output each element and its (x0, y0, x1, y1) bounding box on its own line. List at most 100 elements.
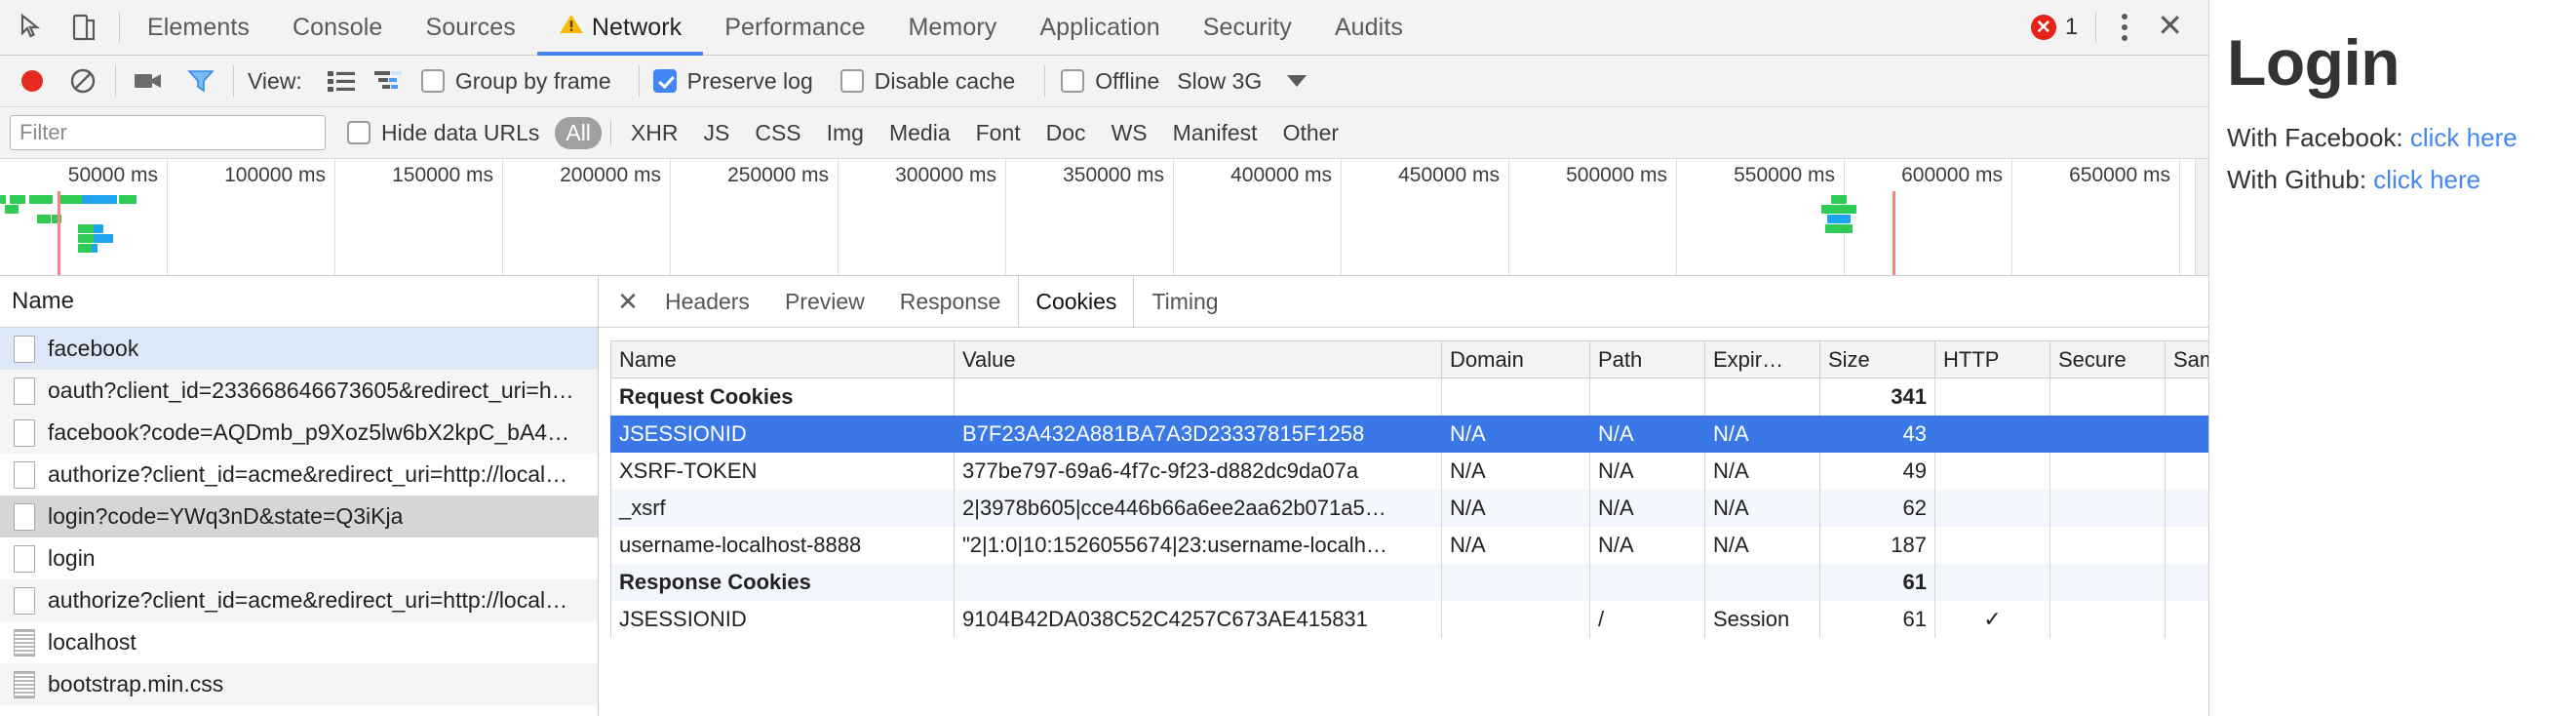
request-row-login-code[interactable]: login?code=YWq3nD&state=Q3iKja (0, 496, 598, 537)
waterfall-bar (0, 195, 6, 204)
table-row[interactable]: Request Cookies 341 (610, 378, 2208, 416)
cookie-path: N/A (1589, 452, 1705, 490)
close-icon[interactable]: ✕ (2147, 10, 2193, 45)
col-domain[interactable]: Domain (1441, 340, 1590, 378)
tab-response[interactable]: Response (882, 276, 1019, 327)
clear-icon[interactable] (64, 62, 101, 99)
tab-elements[interactable]: Elements (126, 0, 271, 55)
table-row[interactable]: JSESSIONID 9104B42DA038C52C4257C673AE415… (610, 600, 2208, 638)
cookie-size: 61 (1819, 600, 1935, 638)
filter-type-doc[interactable]: Doc (1035, 117, 1097, 149)
disable-cache-checkbox[interactable] (839, 69, 864, 93)
ruler-tick-label: 450000 ms (1398, 164, 1500, 186)
github-login-label: With Github: (2227, 165, 2367, 194)
network-overview-timeline[interactable]: 50000 ms 100000 ms 150000 ms 200000 ms 2… (0, 159, 2208, 276)
tab-headers[interactable]: Headers (647, 276, 767, 327)
tab-network[interactable]: Network (536, 0, 704, 56)
tab-memory[interactable]: Memory (886, 0, 1018, 55)
request-list-header[interactable]: Name (0, 276, 598, 328)
filter-type-all[interactable]: All (555, 116, 602, 149)
request-row-facebook-code[interactable]: facebook?code=AQDmb_p9Xoz5lw6bX2kpC_bA4… (0, 412, 598, 454)
device-toolbar-icon[interactable] (66, 9, 103, 46)
cookie-size: 62 (1819, 489, 1935, 527)
facebook-login-link[interactable]: click here (2410, 123, 2517, 152)
group-by-frame-checkbox[interactable] (420, 69, 445, 93)
table-row[interactable]: XSRF-TOKEN 377be797-69a6-4f7c-9f23-d882d… (610, 452, 2208, 490)
tab-application[interactable]: Application (1018, 0, 1181, 55)
preserve-log-checkbox[interactable] (652, 69, 677, 93)
tab-performance[interactable]: Performance (703, 0, 886, 55)
record-icon[interactable] (14, 62, 51, 99)
devtools-tab-list: Elements Console Sources Network Perform… (126, 0, 1425, 56)
col-expires[interactable]: Expir… (1704, 340, 1820, 378)
request-row-authorize-2[interactable]: authorize?client_id=acme&redirect_uri=ht… (0, 579, 598, 621)
cookies-table: Name Value Domain Path Expir… Size HTTP … (610, 340, 2208, 638)
error-count-badge[interactable]: ✕ 1 (2021, 14, 2088, 41)
table-row[interactable]: _xsrf 2|3978b605|cce446b66a6ee2aa62b071a… (610, 489, 2208, 527)
table-row[interactable]: Response Cookies 61 (610, 563, 2208, 601)
filter-type-xhr[interactable]: XHR (620, 117, 689, 149)
preserve-log-control[interactable]: Preserve log (652, 68, 813, 95)
request-row-bootstrap[interactable]: bootstrap.min.css (0, 663, 598, 705)
offline-checkbox[interactable] (1061, 69, 1085, 93)
filter-type-css[interactable]: CSS (744, 117, 811, 149)
waterfall-bar (37, 215, 51, 223)
cookie-secure (2049, 415, 2166, 453)
filter-type-ws[interactable]: WS (1101, 117, 1158, 149)
cookie-samesite (2165, 415, 2208, 453)
chevron-down-icon[interactable] (1287, 75, 1308, 87)
request-row-localhost[interactable]: localhost (0, 621, 598, 663)
ruler-tick-label: 650000 ms (2069, 164, 2170, 186)
tab-audits-label: Audits (1334, 13, 1403, 41)
cookie-domain: N/A (1441, 489, 1590, 527)
request-row-login[interactable]: login (0, 537, 598, 579)
blank-doc-icon (14, 502, 35, 531)
disable-cache-control[interactable]: Disable cache (839, 68, 1015, 95)
hide-data-urls-control[interactable]: Hide data URLs (347, 120, 539, 146)
filter-type-media[interactable]: Media (878, 117, 961, 149)
filter-type-font[interactable]: Font (965, 117, 1032, 149)
col-path[interactable]: Path (1589, 340, 1705, 378)
tab-preview[interactable]: Preview (767, 276, 882, 327)
col-http[interactable]: HTTP (1934, 340, 2050, 378)
more-options-icon[interactable] (2104, 14, 2145, 41)
filter-input[interactable] (10, 115, 326, 150)
request-row-authorize-1[interactable]: authorize?client_id=acme&redirect_uri=ht… (0, 454, 598, 496)
request-row-oauth[interactable]: oauth?client_id=233668646673605&redirect… (0, 370, 598, 412)
view-list-icon[interactable] (327, 69, 355, 93)
tab-console[interactable]: Console (271, 0, 404, 55)
inspect-element-icon[interactable] (14, 9, 51, 46)
tab-security-label: Security (1202, 13, 1292, 41)
tab-timing[interactable]: Timing (1134, 276, 1235, 327)
filter-funnel-icon[interactable] (182, 62, 219, 99)
tab-sources[interactable]: Sources (404, 0, 536, 55)
col-size[interactable]: Size (1819, 340, 1935, 378)
filter-type-other[interactable]: Other (1272, 117, 1350, 149)
table-row[interactable]: username-localhost-8888 "2|1:0|10:152605… (610, 526, 2208, 564)
ruler-cell: 500000 ms (1509, 159, 1677, 275)
col-samesite[interactable]: Same… (2165, 340, 2208, 378)
toolbar-divider (119, 12, 120, 43)
overview-scrollbar[interactable] (2195, 159, 2208, 275)
tab-audits[interactable]: Audits (1313, 0, 1425, 55)
col-value[interactable]: Value (954, 340, 1442, 378)
request-row-facebook[interactable]: facebook (0, 328, 598, 370)
table-row[interactable]: JSESSIONID B7F23A432A881BA7A3D23337815F1… (610, 415, 2208, 453)
cookie-samesite (2165, 378, 2208, 416)
tab-cookies[interactable]: Cookies (1018, 275, 1135, 327)
filter-type-manifest[interactable]: Manifest (1162, 117, 1268, 149)
throttle-select[interactable]: Slow 3G (1177, 68, 1308, 95)
filter-type-js[interactable]: JS (692, 117, 740, 149)
col-name[interactable]: Name (610, 340, 955, 378)
col-secure[interactable]: Secure (2049, 340, 2166, 378)
close-detail-icon[interactable]: ✕ (608, 276, 647, 327)
tab-security[interactable]: Security (1182, 0, 1313, 55)
offline-control[interactable]: Offline (1061, 68, 1159, 95)
hide-data-urls-checkbox[interactable] (347, 121, 371, 144)
filter-type-img[interactable]: Img (816, 117, 875, 149)
view-waterfall-icon[interactable] (373, 69, 402, 93)
cookie-size: 187 (1819, 526, 1935, 564)
screenshot-capture-icon[interactable] (130, 62, 167, 99)
github-login-link[interactable]: click here (2373, 165, 2480, 194)
group-by-frame-control[interactable]: Group by frame (420, 68, 611, 95)
